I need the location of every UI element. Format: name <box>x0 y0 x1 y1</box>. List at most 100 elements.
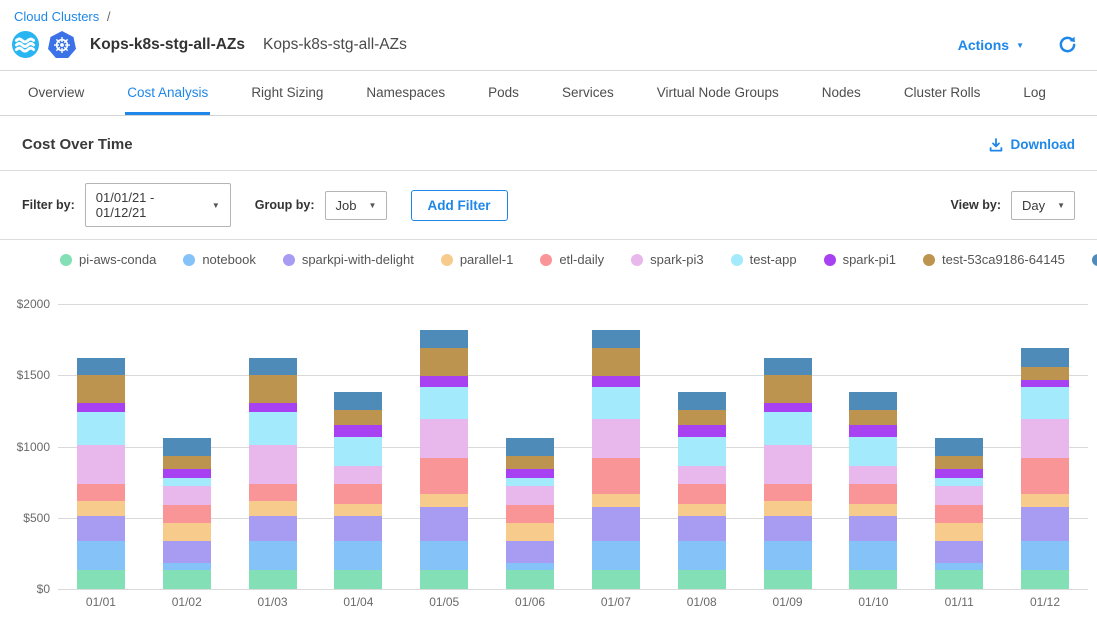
bar-segment-parallel-1[interactable] <box>849 504 897 516</box>
bar-segment-parallel-1[interactable] <box>420 494 468 507</box>
bar-segment-test-app[interactable] <box>77 412 125 445</box>
bar-segment-etl-daily[interactable] <box>935 505 983 524</box>
tab-right-sizing[interactable]: Right Sizing <box>249 71 325 115</box>
bar-segment-spark-pi1[interactable] <box>678 425 726 436</box>
bar-segment-sparkpi-with-delight[interactable] <box>506 541 554 564</box>
bar-segment-test-53ca9186-64145[interactable] <box>506 456 554 469</box>
bar-segment-sparkpi-with-delight[interactable] <box>849 516 897 541</box>
bar-segment-parallel-1[interactable] <box>592 494 640 507</box>
bar-segment-test-pkix[interactable] <box>849 392 897 410</box>
bar-segment-test-53ca9186-64145[interactable] <box>420 348 468 376</box>
legend-item-spark-pi3[interactable]: spark-pi3 <box>631 252 703 267</box>
bar-segment-spark-pi1[interactable] <box>764 403 812 412</box>
bar-segment-spark-pi3[interactable] <box>849 466 897 484</box>
bar-segment-spark-pi3[interactable] <box>334 466 382 484</box>
bar-segment-test-pkix[interactable] <box>420 330 468 349</box>
bar-segment-test-53ca9186-64145[interactable] <box>77 375 125 404</box>
bar-segment-pi-aws-conda[interactable] <box>764 570 812 589</box>
bar-segment-sparkpi-with-delight[interactable] <box>420 507 468 541</box>
bar-segment-test-53ca9186-64145[interactable] <box>764 375 812 404</box>
bar-segment-test-app[interactable] <box>334 437 382 467</box>
bar-segment-etl-daily[interactable] <box>678 484 726 503</box>
bar-segment-notebook[interactable] <box>935 563 983 570</box>
add-filter-button[interactable]: Add Filter <box>411 190 508 221</box>
bar-segment-spark-pi3[interactable] <box>249 445 297 483</box>
bar-segment-notebook[interactable] <box>849 541 897 571</box>
bar-segment-etl-daily[interactable] <box>334 484 382 503</box>
legend-item-spark-pi1[interactable]: spark-pi1 <box>824 252 896 267</box>
bar-segment-spark-pi3[interactable] <box>420 419 468 457</box>
bar-segment-test-app[interactable] <box>420 387 468 419</box>
legend-item-pi-aws-conda[interactable]: pi-aws-conda <box>60 252 156 267</box>
view-by-select[interactable]: Day ▼ <box>1011 191 1075 220</box>
bar-segment-test-app[interactable] <box>249 412 297 445</box>
tab-log[interactable]: Log <box>1021 71 1048 115</box>
bar-segment-etl-daily[interactable] <box>506 505 554 524</box>
bar-segment-sparkpi-with-delight[interactable] <box>935 541 983 564</box>
bar-segment-parallel-1[interactable] <box>764 501 812 516</box>
bar-segment-parallel-1[interactable] <box>163 523 211 540</box>
breadcrumb-link-cloud-clusters[interactable]: Cloud Clusters <box>14 9 99 24</box>
tab-overview[interactable]: Overview <box>26 71 86 115</box>
tab-virtual-node-groups[interactable]: Virtual Node Groups <box>655 71 781 115</box>
bar-segment-test-app[interactable] <box>592 387 640 419</box>
bar-segment-spark-pi3[interactable] <box>592 419 640 457</box>
legend-item-notebook[interactable]: notebook <box>183 252 256 267</box>
bar-segment-pi-aws-conda[interactable] <box>334 570 382 589</box>
tab-nodes[interactable]: Nodes <box>820 71 863 115</box>
bar-segment-notebook[interactable] <box>592 541 640 570</box>
bar-segment-spark-pi3[interactable] <box>1021 419 1069 458</box>
bar-segment-test-pkix[interactable] <box>764 358 812 375</box>
bar-segment-test-app[interactable] <box>506 478 554 486</box>
bar-segment-spark-pi1[interactable] <box>935 469 983 478</box>
bar-segment-spark-pi3[interactable] <box>163 486 211 505</box>
bar-segment-test-53ca9186-64145[interactable] <box>163 456 211 469</box>
bar-segment-sparkpi-with-delight[interactable] <box>163 541 211 564</box>
bar-segment-test-app[interactable] <box>849 437 897 467</box>
bar-segment-spark-pi1[interactable] <box>506 469 554 478</box>
bar-segment-test-pkix[interactable] <box>1021 348 1069 367</box>
bar-segment-sparkpi-with-delight[interactable] <box>334 516 382 541</box>
bar-segment-test-pkix[interactable] <box>334 392 382 410</box>
bar-segment-pi-aws-conda[interactable] <box>420 570 468 589</box>
bar-segment-notebook[interactable] <box>163 563 211 570</box>
bar-segment-sparkpi-with-delight[interactable] <box>77 516 125 542</box>
bar-segment-spark-pi3[interactable] <box>77 445 125 483</box>
bar-segment-notebook[interactable] <box>249 541 297 570</box>
bar-segment-test-53ca9186-64145[interactable] <box>1021 367 1069 380</box>
bar-segment-pi-aws-conda[interactable] <box>935 570 983 589</box>
tab-cost-analysis[interactable]: Cost Analysis <box>125 71 210 115</box>
bar-segment-etl-daily[interactable] <box>77 484 125 501</box>
bar-segment-sparkpi-with-delight[interactable] <box>1021 507 1069 541</box>
actions-button[interactable]: Actions ▼ <box>958 37 1024 53</box>
bar-segment-test-53ca9186-64145[interactable] <box>249 375 297 404</box>
bar-segment-parallel-1[interactable] <box>678 504 726 516</box>
bar-segment-pi-aws-conda[interactable] <box>506 570 554 589</box>
bar-segment-sparkpi-with-delight[interactable] <box>764 516 812 542</box>
bar-segment-test-pkix[interactable] <box>592 330 640 349</box>
bar-segment-notebook[interactable] <box>678 541 726 571</box>
tab-pods[interactable]: Pods <box>486 71 521 115</box>
bar-segment-test-53ca9186-64145[interactable] <box>334 410 382 425</box>
legend-item-etl-daily[interactable]: etl-daily <box>540 252 604 267</box>
bar-segment-test-53ca9186-64145[interactable] <box>592 348 640 376</box>
bar-segment-parallel-1[interactable] <box>1021 494 1069 507</box>
legend-item-test-app[interactable]: test-app <box>731 252 797 267</box>
bar-segment-notebook[interactable] <box>506 563 554 570</box>
bar-segment-test-app[interactable] <box>764 412 812 445</box>
bar-segment-pi-aws-conda[interactable] <box>77 570 125 589</box>
bar-segment-pi-aws-conda[interactable] <box>849 570 897 589</box>
legend-item-sparkpi-with-delight[interactable]: sparkpi-with-delight <box>283 252 414 267</box>
bar-segment-spark-pi1[interactable] <box>163 469 211 478</box>
bar-segment-test-pkix[interactable] <box>506 438 554 456</box>
date-range-select[interactable]: 01/01/21 - 01/12/21 ▼ <box>85 183 231 227</box>
bar-segment-test-53ca9186-64145[interactable] <box>849 410 897 425</box>
bar-segment-test-app[interactable] <box>163 478 211 486</box>
bar-segment-test-app[interactable] <box>935 478 983 486</box>
bar-segment-parallel-1[interactable] <box>334 504 382 516</box>
bar-segment-etl-daily[interactable] <box>163 505 211 524</box>
bar-segment-etl-daily[interactable] <box>764 484 812 501</box>
bar-segment-spark-pi1[interactable] <box>77 403 125 412</box>
tab-namespaces[interactable]: Namespaces <box>364 71 447 115</box>
bar-segment-pi-aws-conda[interactable] <box>249 570 297 589</box>
